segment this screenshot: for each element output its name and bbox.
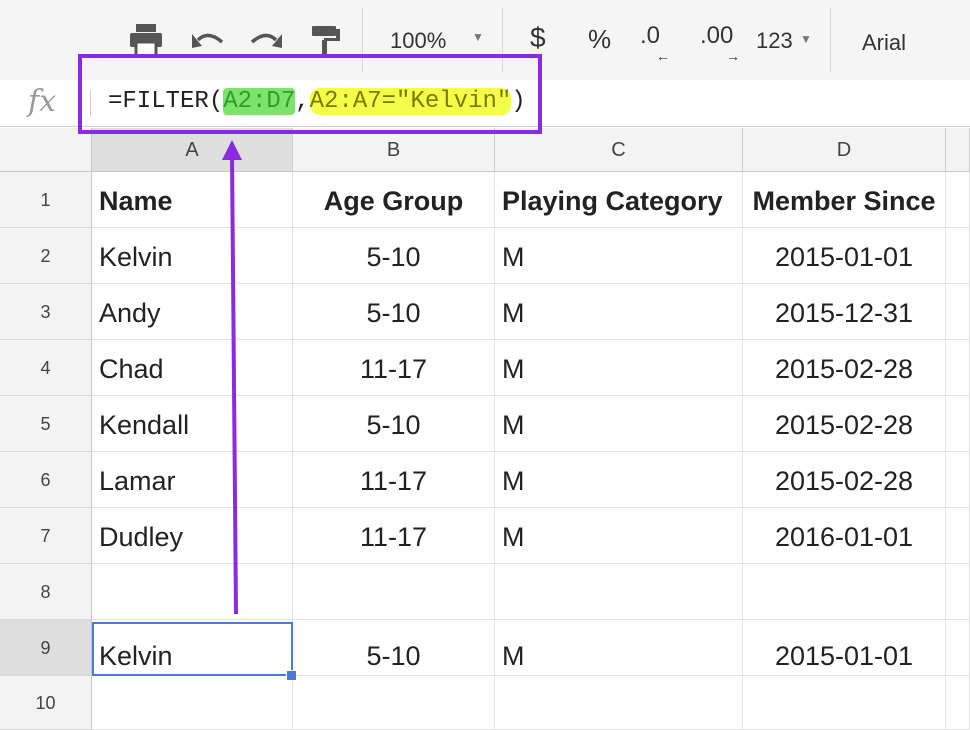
arrow-right-icon: →: [726, 48, 740, 64]
cell-e9[interactable]: [946, 620, 970, 676]
cell-c5[interactable]: M: [495, 396, 743, 452]
cell-d10[interactable]: [743, 676, 946, 730]
cell-e6[interactable]: [946, 452, 970, 508]
cell-a3[interactable]: Andy: [92, 284, 293, 340]
cell-e10[interactable]: [946, 676, 970, 730]
row-header-3[interactable]: 3: [0, 284, 92, 340]
cell-e5[interactable]: [946, 396, 970, 452]
column-header-d[interactable]: D: [743, 128, 946, 172]
percent-format-button[interactable]: %: [588, 24, 611, 55]
cell-e4[interactable]: [946, 340, 970, 396]
cell-c2[interactable]: M: [495, 228, 743, 284]
cell-d2[interactable]: 2015-01-01: [743, 228, 946, 284]
cell-b7[interactable]: 11-17: [293, 508, 495, 564]
cell-c4[interactable]: M: [495, 340, 743, 396]
cell-b6[interactable]: 11-17: [293, 452, 495, 508]
decrease-decimal-button[interactable]: .0: [640, 22, 660, 50]
cell-c1[interactable]: Playing Category: [495, 172, 743, 228]
column-header-c[interactable]: C: [495, 128, 743, 172]
print-icon[interactable]: [128, 24, 164, 58]
cell-e3[interactable]: [946, 284, 970, 340]
undo-icon[interactable]: [190, 28, 226, 54]
cell-b9[interactable]: 5-10: [293, 620, 495, 676]
cell-c10[interactable]: [495, 676, 743, 730]
column-header-b[interactable]: B: [293, 128, 495, 172]
row-header-10[interactable]: 10: [0, 676, 92, 730]
redo-icon[interactable]: [248, 28, 284, 54]
number-format-select[interactable]: 123: [756, 28, 793, 54]
cell-a7[interactable]: Dudley: [92, 508, 293, 564]
fill-handle[interactable]: [286, 670, 297, 681]
cell-b3[interactable]: 5-10: [293, 284, 495, 340]
font-family-select[interactable]: Arial: [862, 30, 906, 56]
row-header-2[interactable]: 2: [0, 228, 92, 284]
selected-cell-outline: [92, 622, 293, 676]
increase-decimal-button[interactable]: .00: [700, 22, 733, 50]
annotation-arrow: [222, 140, 242, 615]
cell-d3[interactable]: 2015-12-31: [743, 284, 946, 340]
cell-d4[interactable]: 2015-02-28: [743, 340, 946, 396]
annotation-highlight-box: [78, 54, 542, 134]
column-header-a[interactable]: A: [92, 128, 293, 172]
cell-b4[interactable]: 11-17: [293, 340, 495, 396]
cell-c6[interactable]: M: [495, 452, 743, 508]
cell-b8[interactable]: [293, 564, 495, 620]
arrow-left-icon: ←: [656, 48, 670, 64]
caret-down-icon[interactable]: ▼: [800, 32, 812, 46]
cell-a10[interactable]: [92, 676, 293, 730]
row-header-6[interactable]: 6: [0, 452, 92, 508]
fx-label: fx: [28, 84, 57, 119]
cell-d7[interactable]: 2016-01-01: [743, 508, 946, 564]
cell-a5[interactable]: Kendall: [92, 396, 293, 452]
cell-b2[interactable]: 5-10: [293, 228, 495, 284]
cell-a2[interactable]: Kelvin: [92, 228, 293, 284]
cell-a8[interactable]: [92, 564, 293, 620]
cell-a1[interactable]: Name: [92, 172, 293, 228]
cell-d8[interactable]: [743, 564, 946, 620]
row-header-5[interactable]: 5: [0, 396, 92, 452]
row-header-9[interactable]: 9: [0, 620, 92, 676]
column-header-e[interactable]: [946, 128, 970, 172]
cell-a4[interactable]: Chad: [92, 340, 293, 396]
zoom-select[interactable]: 100%: [390, 28, 446, 54]
cell-c7[interactable]: M: [495, 508, 743, 564]
cell-e8[interactable]: [946, 564, 970, 620]
cell-a6[interactable]: Lamar: [92, 452, 293, 508]
cell-c9[interactable]: M: [495, 620, 743, 676]
cell-b10[interactable]: [293, 676, 495, 730]
paint-format-icon[interactable]: [310, 24, 342, 58]
cell-d6[interactable]: 2015-02-28: [743, 452, 946, 508]
cell-d5[interactable]: 2015-02-28: [743, 396, 946, 452]
row-header-1[interactable]: 1: [0, 172, 92, 228]
currency-format-button[interactable]: $: [530, 22, 546, 54]
cell-b1[interactable]: Age Group: [293, 172, 495, 228]
select-all-corner[interactable]: [0, 128, 92, 172]
cell-c3[interactable]: M: [495, 284, 743, 340]
row-header-4[interactable]: 4: [0, 340, 92, 396]
caret-down-icon[interactable]: ▼: [472, 30, 484, 44]
toolbar-separator: [830, 8, 831, 72]
cell-e2[interactable]: [946, 228, 970, 284]
cell-d1[interactable]: Member Since: [743, 172, 946, 228]
cell-b5[interactable]: 5-10: [293, 396, 495, 452]
cell-d9[interactable]: 2015-01-01: [743, 620, 946, 676]
cell-e7[interactable]: [946, 508, 970, 564]
cell-c8[interactable]: [495, 564, 743, 620]
row-header-7[interactable]: 7: [0, 508, 92, 564]
cell-e1[interactable]: [946, 172, 970, 228]
row-header-8[interactable]: 8: [0, 564, 92, 620]
